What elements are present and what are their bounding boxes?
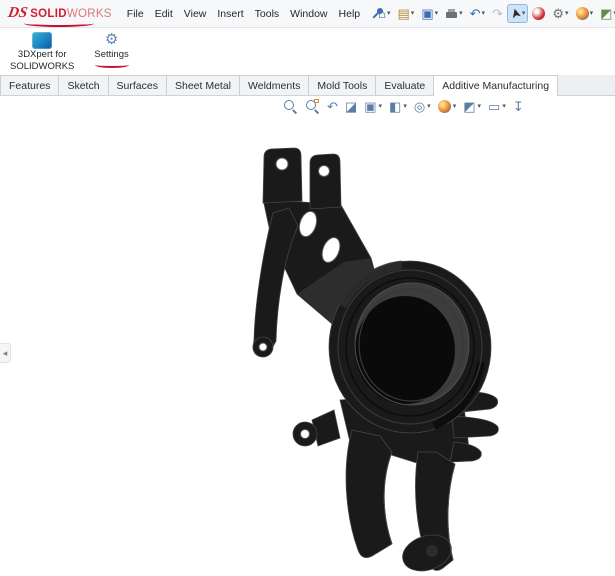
menu-bar: DS SOLID WORKS File Edit View Insert Too… bbox=[0, 0, 615, 28]
save-button[interactable]: ▣ ▾ bbox=[418, 4, 441, 23]
options-gear-icon: ⚙ bbox=[552, 7, 564, 20]
tab-sketch[interactable]: Sketch bbox=[58, 75, 108, 95]
addins-button[interactable] bbox=[529, 4, 548, 23]
tab-weldments[interactable]: Weldments bbox=[239, 75, 309, 95]
scene-button[interactable]: ◩ ▾ bbox=[597, 4, 615, 23]
edit-appearance-icon bbox=[438, 100, 451, 113]
menu-items: File Edit View Insert Tools Window Help bbox=[122, 4, 365, 24]
model-canvas[interactable] bbox=[0, 96, 615, 576]
tab-evaluate[interactable]: Evaluate bbox=[375, 75, 434, 95]
red-annotation-settings bbox=[95, 62, 129, 68]
dropdown-caret: ▾ bbox=[453, 103, 457, 110]
dropdown-caret: ▾ bbox=[502, 103, 506, 110]
undo-button[interactable]: ↶ ▾ bbox=[467, 4, 488, 23]
previous-view-icon: ↶ bbox=[327, 100, 338, 113]
view-settings-button[interactable]: ▭ ▾ bbox=[488, 100, 506, 113]
appearance-ball-icon bbox=[576, 7, 589, 20]
addins-sphere-icon bbox=[532, 7, 545, 20]
graphics-viewport[interactable]: ↶ ◪ ▣ ▾ ◧ ▾ ◎ ▾ ▾ ◩ ▾ ▭ ▾ ↧ bbox=[0, 96, 615, 576]
settings-label: Settings bbox=[94, 50, 128, 61]
dropdown-caret: ▾ bbox=[590, 10, 594, 17]
zoom-area-icon bbox=[305, 99, 320, 114]
section-view-icon: ◪ bbox=[345, 100, 357, 113]
apply-scene-icon: ◩ bbox=[463, 100, 475, 113]
solidworks-logo: DS SOLID WORKS bbox=[8, 5, 112, 22]
redo-icon: ↷ bbox=[492, 7, 503, 20]
logo-text-works: WORKS bbox=[67, 8, 112, 20]
view-orientation-icon: ▣ bbox=[364, 100, 376, 113]
options-button[interactable]: ⚙ ▾ bbox=[549, 4, 571, 23]
hide-show-items-button[interactable]: ◎ ▾ bbox=[414, 100, 431, 113]
settings-button[interactable]: ⚙ Settings bbox=[92, 31, 130, 69]
red-annotation-logo bbox=[24, 20, 94, 27]
feature-tree-collapse-toggle[interactable]: ◂ bbox=[0, 343, 11, 363]
view-settings-icon: ▭ bbox=[488, 100, 500, 113]
command-manager-tabs: Features Sketch Surfaces Sheet Metal Wel… bbox=[0, 75, 615, 96]
select-button[interactable]: ➤ ▾ bbox=[507, 4, 528, 23]
dropdown-caret: ▾ bbox=[482, 10, 486, 17]
menu-item-view[interactable]: View bbox=[179, 4, 212, 24]
tab-additive-manufacturing[interactable]: Additive Manufacturing bbox=[433, 75, 558, 96]
redo-button[interactable]: ↷ bbox=[489, 4, 506, 23]
dropdown-caret: ▾ bbox=[565, 10, 569, 17]
zoom-fit-icon bbox=[283, 99, 298, 114]
menu-item-file[interactable]: File bbox=[122, 4, 149, 24]
3dxpert-icon bbox=[32, 32, 52, 49]
tab-surfaces[interactable]: Surfaces bbox=[108, 75, 167, 95]
zoom-fit-button[interactable] bbox=[283, 99, 298, 114]
dropdown-caret: ▾ bbox=[379, 103, 383, 110]
print-button[interactable]: ▾ bbox=[442, 5, 466, 23]
dropdown-caret: ▾ bbox=[435, 10, 439, 17]
appearance-button[interactable]: ▾ bbox=[573, 4, 597, 23]
display-style-icon: ◧ bbox=[389, 100, 401, 113]
new-document-icon: ▤ bbox=[398, 7, 410, 20]
tab-features[interactable]: Features bbox=[0, 75, 59, 95]
print-icon bbox=[445, 8, 458, 20]
select-cursor-icon: ➤ bbox=[508, 7, 523, 21]
menu-item-insert[interactable]: Insert bbox=[212, 4, 248, 24]
display-style-button[interactable]: ◧ ▾ bbox=[389, 100, 407, 113]
3dxpert-button[interactable]: 3DXpert for SOLIDWORKS bbox=[8, 31, 76, 81]
ribbon-additive-manufacturing: 3DXpert for SOLIDWORKS ⚙ Settings bbox=[0, 28, 615, 75]
3dxpert-label-line2: SOLIDWORKS bbox=[10, 62, 74, 73]
heads-up-view-toolbar: ↶ ◪ ▣ ▾ ◧ ▾ ◎ ▾ ▾ ◩ ▾ ▭ ▾ ↧ bbox=[283, 99, 524, 114]
dropdown-caret: ▾ bbox=[411, 10, 415, 17]
logo-ds-glyph: DS bbox=[7, 5, 29, 22]
settings-gear-icon: ⚙ bbox=[105, 32, 118, 49]
model-hub bbox=[329, 261, 491, 433]
model-side-boss bbox=[293, 410, 340, 446]
zoom-area-button[interactable] bbox=[305, 99, 320, 114]
top-toolbar: ⌂ ▾ ▤ ▾ ▣ ▾ ▾ ↶ ▾ ↷ ➤ ▾ ⚙ ▾ bbox=[375, 4, 615, 23]
print-3d-icon: ↧ bbox=[513, 100, 524, 113]
tab-mold-tools[interactable]: Mold Tools bbox=[308, 75, 376, 95]
print-3d-button[interactable]: ↧ bbox=[513, 100, 524, 113]
scene-icon: ◩ bbox=[600, 7, 612, 20]
zoom-area-box-icon bbox=[314, 99, 319, 103]
tab-sheet-metal[interactable]: Sheet Metal bbox=[166, 75, 240, 95]
apply-scene-button[interactable]: ◩ ▾ bbox=[463, 100, 481, 113]
new-document-button[interactable]: ▤ ▾ bbox=[395, 4, 418, 23]
3dxpert-label-line1: 3DXpert for bbox=[18, 50, 67, 61]
dropdown-caret: ▾ bbox=[403, 103, 407, 110]
edit-appearance-button[interactable]: ▾ bbox=[438, 100, 457, 113]
section-view-button[interactable]: ◪ bbox=[345, 100, 357, 113]
dropdown-caret: ▾ bbox=[427, 103, 431, 110]
hide-show-items-icon: ◎ bbox=[414, 100, 425, 113]
menu-item-window[interactable]: Window bbox=[285, 4, 332, 24]
logo-text-solid: SOLID bbox=[30, 8, 67, 20]
dropdown-caret: ▾ bbox=[478, 103, 482, 110]
view-orientation-button[interactable]: ▣ ▾ bbox=[364, 100, 382, 113]
menu-item-help[interactable]: Help bbox=[334, 4, 366, 24]
save-icon: ▣ bbox=[421, 7, 433, 20]
undo-icon: ↶ bbox=[470, 7, 481, 20]
menu-item-edit[interactable]: Edit bbox=[150, 4, 178, 24]
dropdown-caret: ▾ bbox=[459, 10, 463, 17]
dropdown-caret: ▾ bbox=[387, 10, 391, 17]
previous-view-button[interactable]: ↶ bbox=[327, 100, 338, 113]
menu-item-tools[interactable]: Tools bbox=[250, 4, 285, 24]
